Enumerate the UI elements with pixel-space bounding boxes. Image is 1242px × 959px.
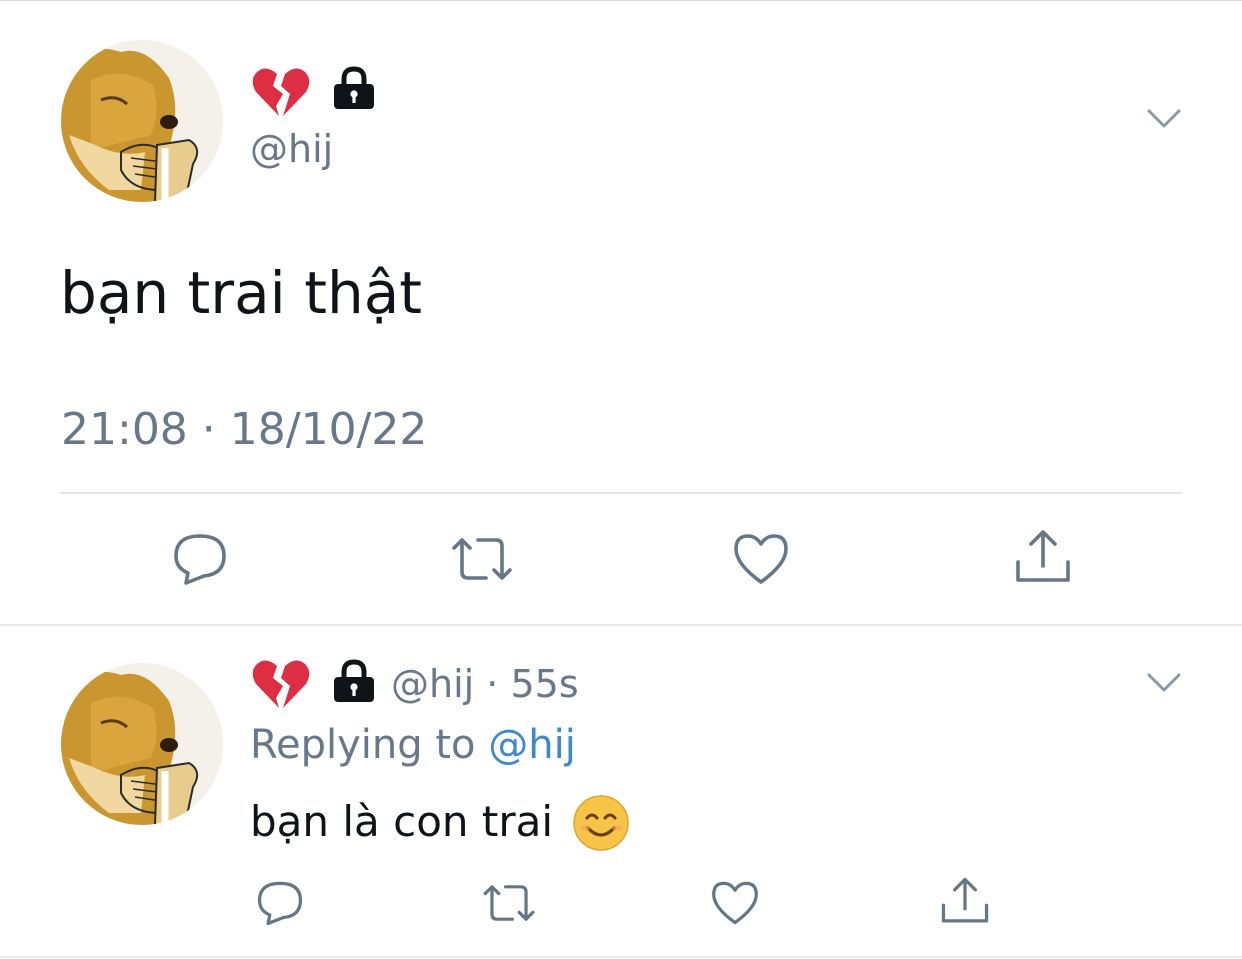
reply-button[interactable] [172,532,228,586]
retweet-button[interactable] [480,880,538,926]
share-button[interactable] [940,876,990,926]
share-upload-icon [941,877,989,923]
broken-heart-emoji [252,66,310,118]
smiling-face-emoji [572,794,630,852]
replying-to: Replying to @hij [250,720,576,770]
tweet-separator [0,624,1242,626]
retweet-arrows-icon [483,885,535,921]
avatar[interactable] [61,40,223,202]
reply-text: bạn là con trai [250,797,554,846]
like-button[interactable] [732,532,790,586]
replying-to-link[interactable]: @hij [488,722,576,768]
reply-button[interactable] [256,880,304,926]
lock-icon [332,659,376,703]
retweet-button[interactable] [448,532,516,586]
reply-author-handle[interactable]: @hij [391,662,474,706]
top-border [0,0,1242,1]
replying-to-label: Replying to [250,722,476,768]
author-handle[interactable]: @hij [250,126,333,172]
lock-icon [332,66,376,110]
divider [60,492,1182,494]
reply-meta: @hij · 55s [391,660,579,708]
heart-outline-icon [734,534,788,584]
speech-bubble-icon [174,534,226,585]
chevron-down-icon[interactable] [1146,672,1182,694]
bottom-separator [0,956,1242,958]
like-button[interactable] [710,880,760,926]
doge-avatar-image [61,40,223,202]
reply-text-row: bạn là con trai [250,794,553,850]
doge-avatar-image [61,663,223,825]
speech-bubble-icon [257,881,303,926]
meta-separator: · [486,662,499,706]
reply-age[interactable]: 55s [510,662,578,706]
retweet-arrows-icon [452,538,512,580]
tweet-text: bạn trai thật [60,259,423,327]
share-button[interactable] [1014,528,1072,586]
reply-avatar[interactable] [61,663,223,825]
heart-outline-icon [712,881,758,925]
chevron-down-icon[interactable] [1146,108,1182,130]
timestamp[interactable]: 21:08 · 18/10/22 [61,404,427,456]
share-upload-icon [1016,530,1070,582]
broken-heart-emoji [252,658,310,710]
